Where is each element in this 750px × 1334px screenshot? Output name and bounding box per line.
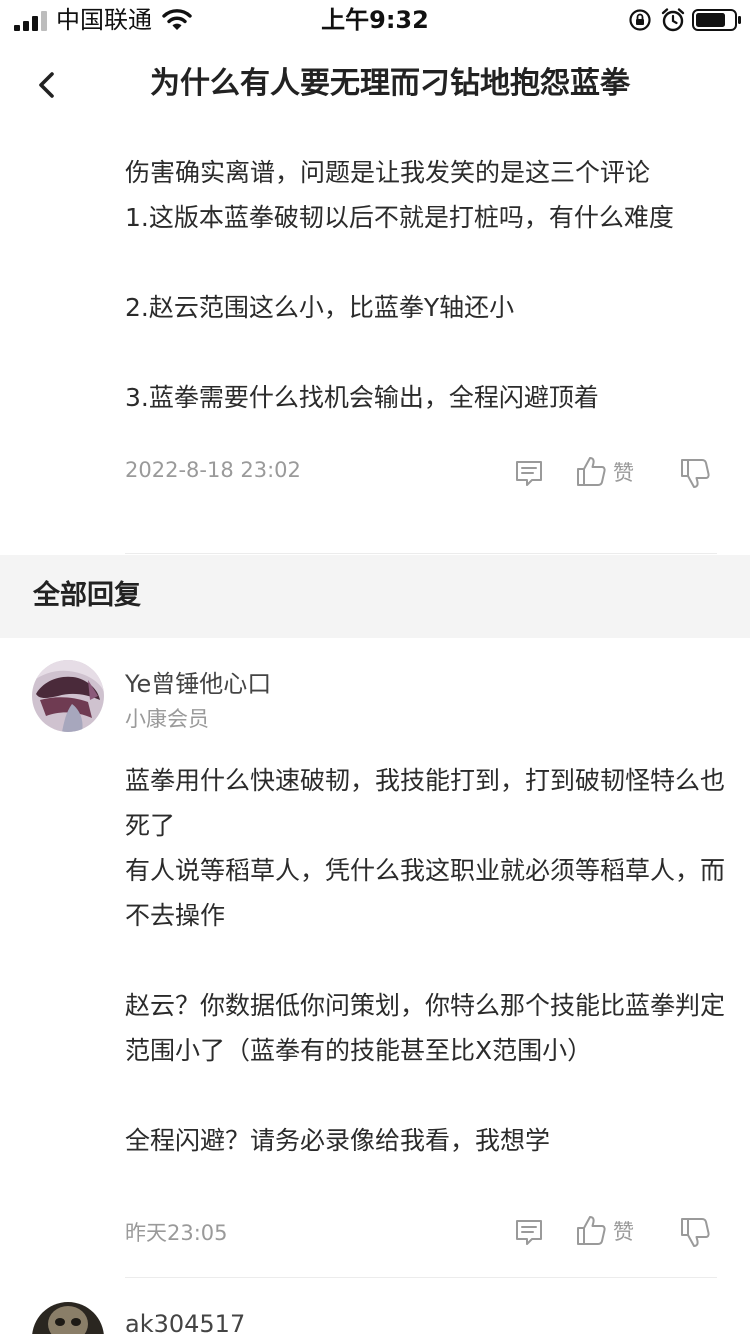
reply-timestamp: 昨天23:05 <box>125 1221 228 1245</box>
reply-meta: 昨天23:05 赞 <box>125 1203 725 1263</box>
nav-bar: 为什么有人要无理而刁钻地抱怨蓝拳 <box>0 40 750 130</box>
reply-username[interactable]: Ye曾锤他心口 <box>125 668 271 700</box>
thumbs-down-icon[interactable] <box>679 1216 711 1250</box>
comment-icon[interactable] <box>513 457 545 489</box>
section-title: 全部回复 <box>33 580 141 611</box>
divider <box>125 1277 717 1278</box>
post-meta: 2022-8-18 23:02 赞 <box>125 444 725 504</box>
avatar[interactable] <box>32 1302 104 1334</box>
divider <box>125 553 717 554</box>
page-title: 为什么有人要无理而刁钻地抱怨蓝拳 <box>150 66 630 101</box>
thumbs-up-icon[interactable] <box>575 1213 607 1247</box>
thumbs-down-icon[interactable] <box>679 457 711 491</box>
post-text: 伤害确实离谱，问题是让我发笑的是这三个评论 1.这版本蓝拳破韧以后不就是打桩吗，… <box>125 158 674 412</box>
thread-page: 中国联通 上午9:32 为什么有人要无理而刁钻地抱怨蓝拳 伤害确实离谱，问题是让… <box>0 0 750 1334</box>
thumbs-up-icon[interactable] <box>575 454 607 488</box>
battery-icon <box>692 9 741 31</box>
reply-user-level: 小康会员 <box>125 707 209 731</box>
post-timestamp: 2022-8-18 23:02 <box>125 458 301 482</box>
alarm-icon <box>661 8 685 32</box>
comment-icon[interactable] <box>513 1216 545 1248</box>
status-bar: 中国联通 上午9:32 <box>0 0 750 40</box>
replies-section-header: 全部回复 <box>0 555 750 638</box>
post-content: 伤害确实离谱，问题是让我发笑的是这三个评论 1.这版本蓝拳破韧以后不就是打桩吗，… <box>125 150 725 504</box>
reply-username[interactable]: ak304517 <box>125 1308 245 1334</box>
avatar[interactable] <box>32 660 104 732</box>
lock-rotation-icon <box>629 9 651 31</box>
like-label[interactable]: 赞 <box>613 457 634 487</box>
like-label[interactable]: 赞 <box>613 1216 634 1246</box>
reply-item: ak304517 <box>0 1302 750 1334</box>
reply-text: 蓝拳用什么快速破韧，我技能打到，打到破韧怪特么也死了 有人说等稻草人，凭什么我这… <box>125 766 726 1155</box>
reply-item: Ye曾锤他心口 小康会员 蓝拳用什么快速破韧，我技能打到，打到破韧怪特么也死了 … <box>0 660 750 1280</box>
back-arrow-icon[interactable] <box>30 68 64 102</box>
